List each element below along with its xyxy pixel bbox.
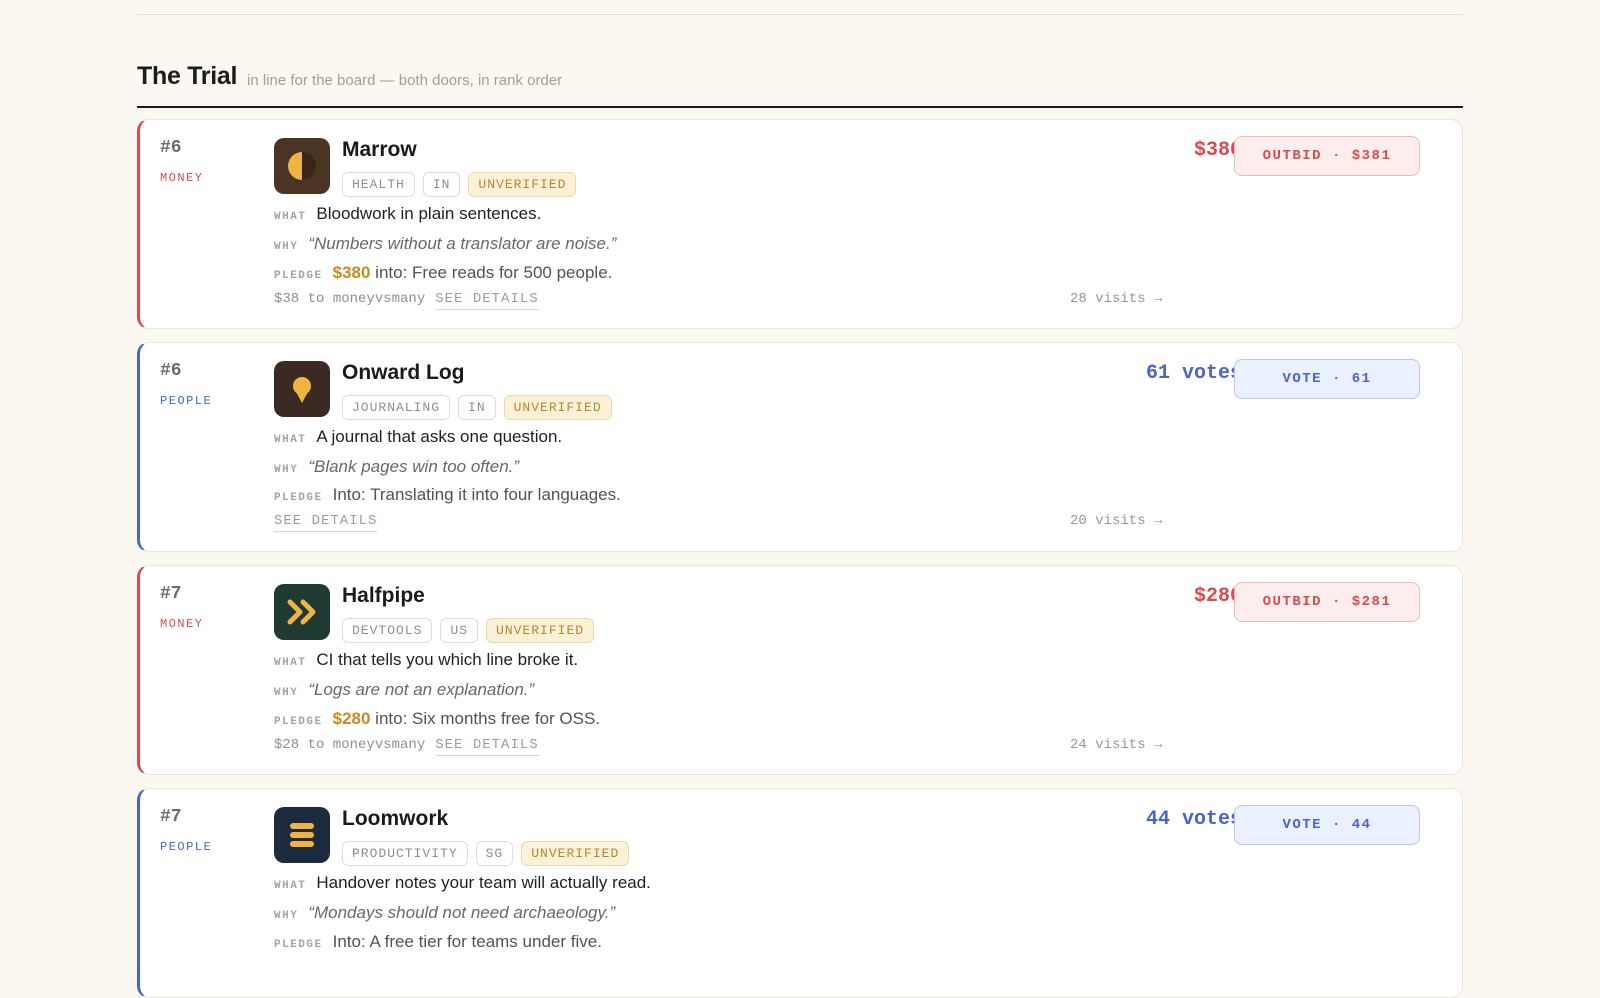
country-tag: US — [440, 618, 479, 643]
pledge-text: Into: A free tier for teams under five. — [332, 932, 602, 951]
product-name[interactable]: Halfpipe — [342, 584, 425, 608]
what-label: WHAT — [274, 211, 307, 223]
see-details-link[interactable]: SEE DETAILS — [435, 291, 539, 310]
category-tag: JOURNALING — [342, 395, 451, 420]
why-text: “Blank pages win too often.” — [308, 457, 520, 476]
pledge-amount: $380 — [332, 263, 371, 282]
product-name[interactable]: Onward Log — [342, 361, 465, 385]
what-line: WHAT Bloodwork in plain sentences. — [274, 204, 541, 224]
why-label: WHY — [274, 464, 299, 476]
visits-link[interactable]: 28 visits → — [1070, 291, 1162, 307]
what-text: Bloodwork in plain sentences. — [316, 204, 542, 223]
rank-label: #7 — [160, 584, 182, 604]
what-line: WHAT A journal that asks one question. — [274, 427, 562, 447]
why-line: WHY “Numbers without a translator are noi… — [274, 234, 616, 254]
what-text: A journal that asks one question. — [316, 427, 563, 446]
vote-count: 44 votes — [1145, 808, 1242, 831]
fee-text: $28 to moneyvsmany — [274, 737, 426, 753]
meta-line: $38 to moneyvsmany SEE DETAILS — [274, 291, 539, 310]
pledge-amount: $280 — [332, 709, 371, 728]
unverified-badge: UNVERIFIED — [503, 395, 612, 420]
what-label: WHAT — [274, 434, 307, 446]
entry-card-marrow[interactable]: #6 MONEY Marrow HEALTH IN UNVERIFIED WHA… — [137, 119, 1463, 329]
country-tag: IN — [422, 172, 461, 197]
category-tag: HEALTH — [342, 172, 415, 197]
section-header: The Trial in line for the board — both d… — [137, 60, 1463, 108]
unverified-badge: UNVERIFIED — [468, 172, 577, 197]
why-line: WHY “Blank pages win too often.” — [274, 457, 519, 477]
double-chevron-icon — [274, 584, 330, 640]
why-label: WHY — [274, 687, 299, 699]
entry-card-onward-log[interactable]: #6 PEOPLE Onward Log JOURNALING IN UNVER… — [137, 342, 1463, 552]
why-label: WHY — [274, 910, 299, 922]
vote-button[interactable]: VOTE · 61 — [1234, 359, 1420, 399]
tag-list: HEALTH IN UNVERIFIED — [342, 172, 577, 197]
what-text: CI that tells you which line broke it. — [316, 650, 579, 669]
what-line: WHAT CI that tells you which line broke i… — [274, 650, 578, 670]
half-moon-icon — [274, 138, 330, 194]
visits-link[interactable]: 20 visits → — [1070, 513, 1162, 529]
what-label: WHAT — [274, 880, 307, 892]
why-text: “Mondays should not need archaeology.” — [308, 903, 616, 922]
door-label: MONEY — [160, 617, 204, 631]
pledge-line: PLEDGE $380 into: Free reads for 500 peop… — [274, 263, 612, 283]
rank-label: #6 — [160, 361, 182, 381]
product-name[interactable]: Marrow — [342, 138, 417, 162]
category-tag: PRODUCTIVITY — [342, 841, 468, 866]
tag-list: PRODUCTIVITY SG UNVERIFIED — [342, 841, 630, 866]
tag-list: JOURNALING IN UNVERIFIED — [342, 395, 612, 420]
pledge-text: into: Free reads for 500 people. — [375, 263, 613, 282]
top-divider — [137, 14, 1463, 15]
entry-card-loomwork[interactable]: #7 PEOPLE Loomwork PRODUCTIVITY SG UNVER… — [137, 788, 1463, 998]
entry-card-halfpipe[interactable]: #7 MONEY Halfpipe DEVTOOLS US UNVERIFIED… — [137, 565, 1463, 775]
country-tag: IN — [458, 395, 496, 420]
pledge-label: PLEDGE — [274, 270, 323, 282]
why-text: “Logs are not an explanation.” — [308, 680, 535, 699]
pledge-text: Into: Translating it into four languages… — [332, 485, 621, 504]
unverified-badge: UNVERIFIED — [521, 841, 630, 866]
fee-text: $38 to moneyvsmany — [274, 291, 426, 307]
what-text: Handover notes your team will actually r… — [316, 873, 651, 892]
country-tag: SG — [475, 841, 514, 866]
map-pin-icon — [274, 361, 330, 417]
stack-lines-icon — [274, 807, 330, 863]
meta-line: SEE DETAILS — [274, 513, 378, 532]
outbid-button[interactable]: OUTBID · $281 — [1234, 582, 1420, 622]
what-line: WHAT Handover notes your team will actual… — [274, 873, 651, 893]
pledge-line: PLEDGE $280 into: Six months free for OSS… — [274, 709, 600, 729]
why-label: WHY — [274, 241, 299, 253]
door-label: MONEY — [160, 171, 204, 185]
rank-label: #6 — [160, 138, 182, 158]
see-details-link[interactable]: SEE DETAILS — [435, 737, 539, 756]
vote-count: 61 votes — [1145, 362, 1242, 385]
outbid-button[interactable]: OUTBID · $381 — [1234, 136, 1420, 176]
pledge-line: PLEDGE Into: A free tier for teams under … — [274, 932, 602, 952]
tag-list: DEVTOOLS US UNVERIFIED — [342, 618, 595, 643]
door-label: PEOPLE — [160, 394, 213, 408]
rank-label: #7 — [160, 807, 182, 827]
pledge-text: into: Six months free for OSS. — [375, 709, 601, 728]
product-name[interactable]: Loomwork — [342, 807, 448, 831]
door-label: PEOPLE — [160, 840, 213, 854]
pledge-label: PLEDGE — [274, 716, 323, 728]
why-text: “Numbers without a translator are noise.… — [308, 234, 617, 253]
vote-button[interactable]: VOTE · 44 — [1234, 805, 1420, 845]
meta-line: $28 to moneyvsmany SEE DETAILS — [274, 737, 539, 756]
see-details-link[interactable]: SEE DETAILS — [274, 513, 378, 532]
what-label: WHAT — [274, 657, 307, 669]
pledge-label: PLEDGE — [274, 492, 323, 504]
page-subtitle: in line for the board — both doors, in r… — [247, 72, 563, 89]
page-title: The Trial — [137, 62, 238, 90]
why-line: WHY “Mondays should not need archaeology.… — [274, 903, 615, 923]
pledge-line: PLEDGE Into: Translating it into four lan… — [274, 485, 621, 505]
why-line: WHY “Logs are not an explanation.” — [274, 680, 534, 700]
unverified-badge: UNVERIFIED — [486, 618, 595, 643]
visits-link[interactable]: 24 visits → — [1070, 737, 1162, 753]
pledge-label: PLEDGE — [274, 939, 323, 951]
category-tag: DEVTOOLS — [342, 618, 433, 643]
